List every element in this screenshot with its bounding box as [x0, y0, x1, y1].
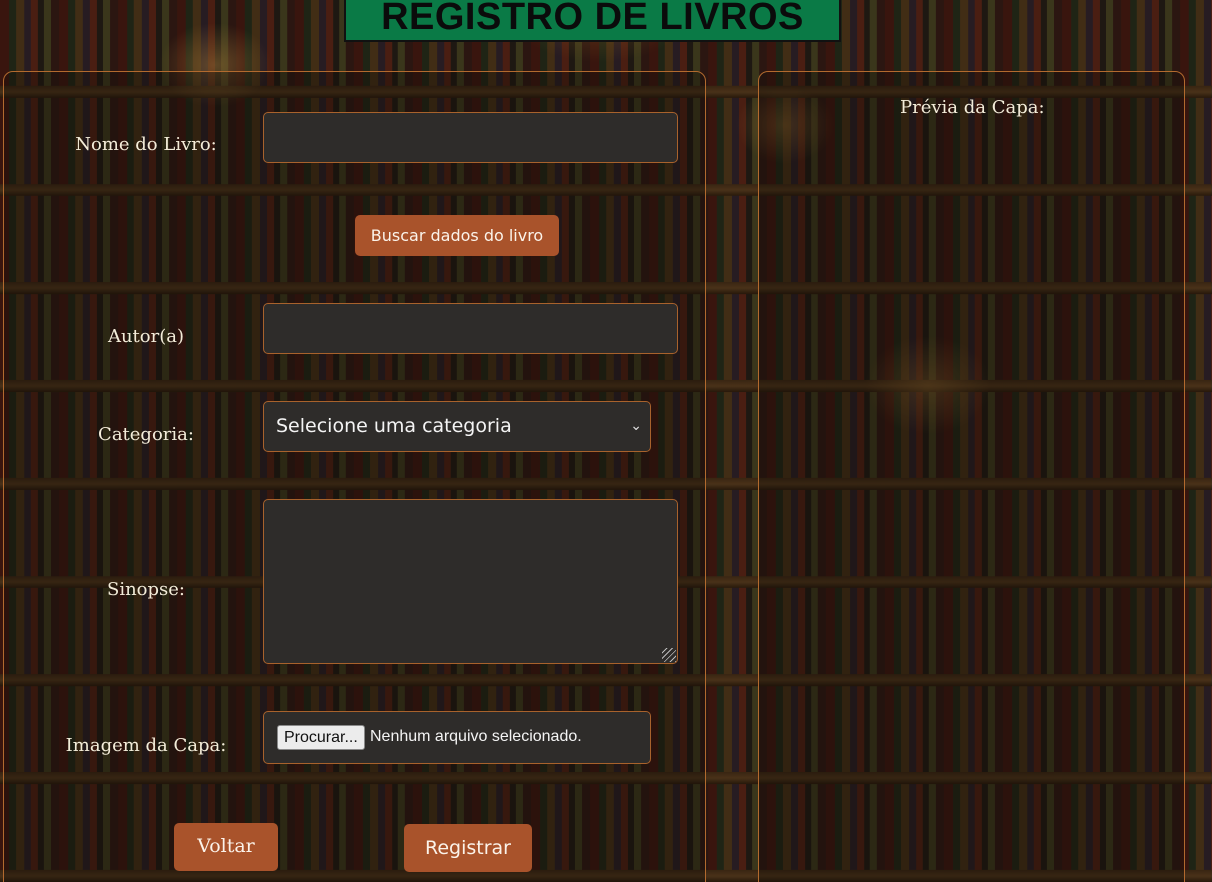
cover-image-label: Imagem da Capa:: [65, 735, 227, 756]
book-name-input[interactable]: [263, 112, 678, 163]
file-status-text: Nenhum arquivo selecionado.: [370, 728, 582, 745]
browse-file-button[interactable]: Procurar...: [277, 725, 365, 750]
synopsis-textarea[interactable]: [263, 499, 678, 664]
author-input[interactable]: [263, 303, 678, 354]
category-selected-value: Selecione uma categoria: [276, 415, 512, 437]
chevron-down-icon: ⌄: [630, 418, 642, 434]
search-book-data-button[interactable]: Buscar dados do livro: [355, 215, 559, 256]
category-select[interactable]: Selecione uma categoria ⌄: [263, 401, 651, 452]
register-button[interactable]: Registrar: [404, 824, 532, 872]
resize-grip-icon[interactable]: [662, 648, 676, 662]
category-label: Categoria:: [98, 424, 194, 445]
book-name-label: Nome do Livro:: [75, 134, 217, 155]
cover-preview-panel: [758, 71, 1185, 882]
page-title-box: REGISTRO DE LIVROS: [344, 0, 841, 42]
cover-image-file-input[interactable]: Procurar... Nenhum arquivo selecionado.: [263, 711, 651, 764]
cover-preview-label: Prévia da Capa:: [900, 97, 1045, 118]
synopsis-label: Sinopse:: [107, 579, 185, 600]
page-title: REGISTRO DE LIVROS: [381, 0, 804, 38]
author-label: Autor(a): [107, 326, 185, 347]
back-button[interactable]: Voltar: [174, 823, 278, 871]
